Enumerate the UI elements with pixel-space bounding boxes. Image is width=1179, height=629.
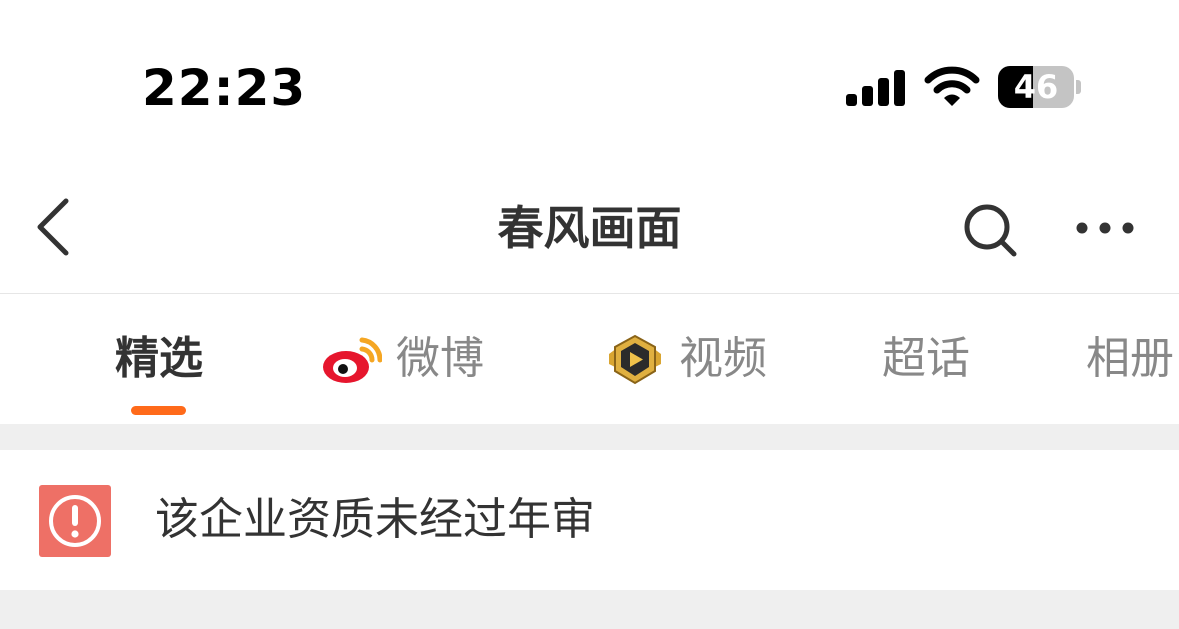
- battery-body: 46: [998, 66, 1074, 108]
- tab-weibo[interactable]: 微博: [322, 332, 484, 386]
- battery-indicator: 46: [998, 66, 1082, 108]
- status-time: 22:23: [142, 59, 307, 117]
- tab-super-topic[interactable]: 超话: [882, 332, 970, 386]
- more-dots-icon[interactable]: [1074, 214, 1136, 242]
- section-divider: [0, 590, 1179, 629]
- tab-label: 视频: [679, 333, 767, 384]
- search-icon[interactable]: [962, 202, 1018, 258]
- tab-album[interactable]: 相册: [1086, 332, 1174, 386]
- qualification-notice: 该企业资质未经过年审: [0, 450, 1179, 590]
- battery-cap: [1076, 80, 1081, 94]
- tab-label: 精选: [115, 333, 203, 384]
- active-tab-indicator: [131, 406, 186, 415]
- tab-featured[interactable]: 精选: [115, 332, 203, 386]
- notice-text: 该企业资质未经过年审: [155, 494, 595, 545]
- tab-label: 微博: [396, 333, 484, 384]
- status-bar: 22:23 46: [0, 0, 1179, 150]
- tab-label: 超话: [882, 333, 970, 384]
- tab-bar: 精选 微博 视频 超话 相册: [0, 294, 1179, 424]
- video-badge-icon: [609, 334, 661, 385]
- exclamation-circle-icon: [49, 495, 101, 547]
- weibo-logo-icon: [323, 337, 382, 383]
- section-divider: [0, 424, 1179, 450]
- wifi-icon: [924, 66, 980, 106]
- nav-bar: 春风画面: [0, 150, 1179, 294]
- page: 22:23 46 春风画面 精选 微博 视频 超话 相册 该企业资质未经过年审: [0, 0, 1179, 629]
- battery-level: 46: [1013, 68, 1059, 106]
- cellular-signal-icon: [846, 70, 905, 106]
- tab-label: 相册: [1086, 333, 1174, 384]
- warning-icon: [39, 485, 111, 557]
- tab-video[interactable]: 视频: [605, 332, 767, 386]
